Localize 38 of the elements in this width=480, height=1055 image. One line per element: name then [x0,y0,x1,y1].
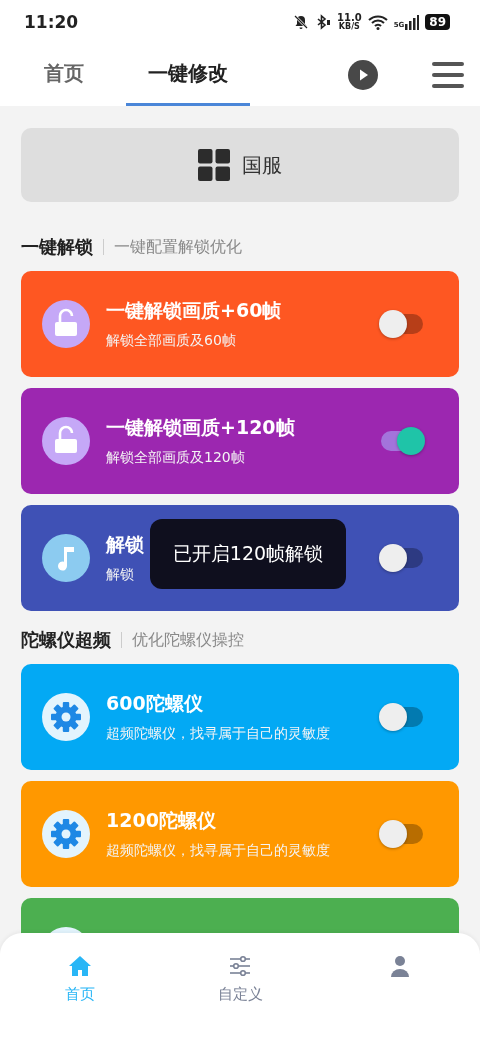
card-title: 一键解锁画质+120帧 [106,415,295,440]
card-subtitle: 超频陀螺仪，找寻属于自己的灵敏度 [106,842,330,860]
bell-off-icon [293,14,309,30]
tab[interactable]: 一键修改 [126,44,250,106]
card-title: 1200陀螺仪 [106,808,216,833]
battery-level: 89 [425,14,450,30]
speed-unit: KB/S [338,23,360,31]
toast-message: 已开启120帧解锁 [150,519,346,589]
card-title: 解锁 [106,532,144,557]
card-subtitle: 解锁全部画质及120帧 [106,449,245,467]
gear-icon [42,810,90,858]
wifi-icon [367,14,388,30]
section-title: 陀螺仪超频 [21,628,111,652]
network-speed: 11.0 [337,13,362,23]
unlock-icon [42,300,90,348]
unlock-icon [42,417,90,465]
card-subtitle: 解锁全部画质及60帧 [106,332,236,350]
music-note-icon [42,534,90,582]
home-icon [68,955,92,977]
card-subtitle: 超频陀螺仪，找寻属于自己的灵敏度 [106,725,330,743]
person-icon [388,955,412,977]
signal-icon [405,14,420,30]
section-title: 一键解锁 [21,235,93,259]
tab[interactable]: 首页 [22,44,106,106]
card-subtitle: 解锁 [106,566,134,584]
section-subtitle: 一键配置解锁优化 [114,236,242,258]
nav-item[interactable]: 自定义 [200,955,280,1004]
menu-icon[interactable] [432,62,464,88]
sliders-icon [228,955,252,977]
card-title: 600陀螺仪 [106,691,203,716]
card-title: 一键解锁画质+60帧 [106,298,282,323]
region-button[interactable]: 国服 [21,128,459,202]
gear-icon [42,693,90,741]
bluetooth-icon [315,14,331,30]
section-subtitle: 优化陀螺仪操控 [132,629,244,651]
grid-icon [198,149,230,181]
status-time: 11:20 [24,12,79,32]
play-icon[interactable] [348,60,378,90]
